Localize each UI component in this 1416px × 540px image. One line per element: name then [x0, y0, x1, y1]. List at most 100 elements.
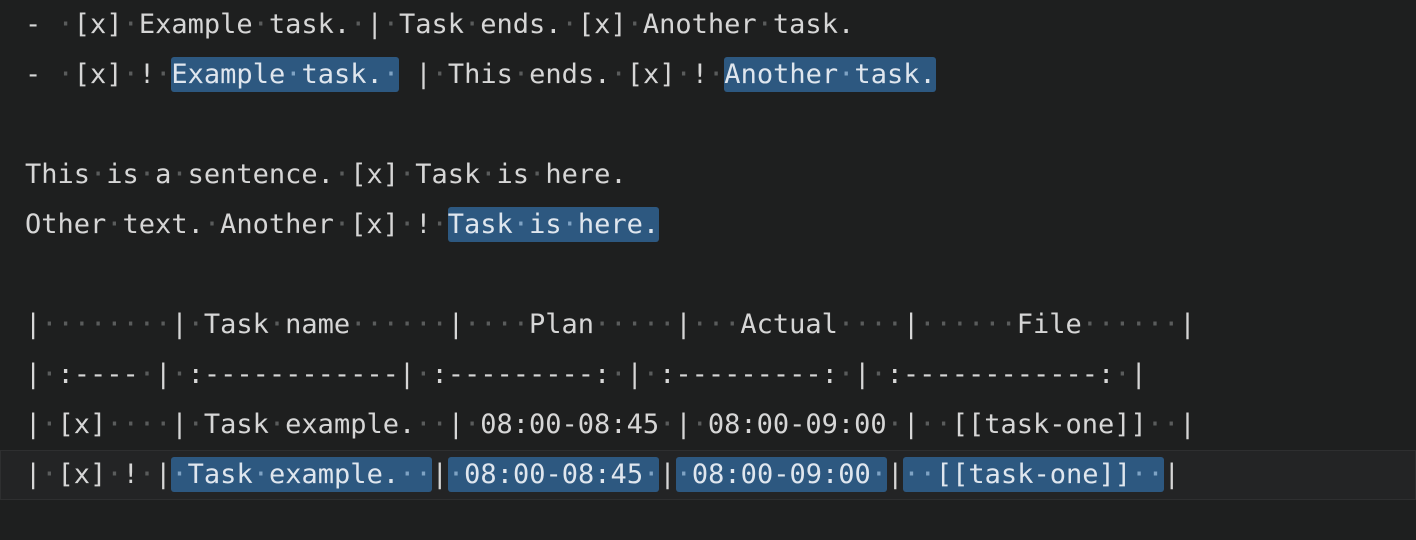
- text-token: !: [138, 59, 156, 90]
- blank-line[interactable]: [0, 250, 1416, 300]
- whitespace-marker: ···: [691, 309, 741, 340]
- whitespace-marker: ·: [903, 459, 920, 490]
- whitespace-marker: ·: [398, 209, 416, 240]
- highlighted-text[interactable]: ·Task·example.··: [171, 457, 432, 492]
- text-token: task.: [772, 9, 855, 40]
- whitespace-marker: ·: [171, 359, 188, 390]
- text-token: |: [171, 409, 188, 440]
- text-token: This: [447, 59, 513, 90]
- whitespace-marker: ····: [106, 409, 172, 440]
- text-token: !: [691, 59, 709, 90]
- text-token: text.: [122, 209, 204, 240]
- text-token: Other: [25, 209, 107, 240]
- whitespace-marker: ·: [415, 359, 432, 390]
- table-data-row-plain[interactable]: |·[x]····|·Task·example.··|·08:00-08:45·…: [0, 400, 1416, 450]
- highlighted-text[interactable]: ··[[task-one]]··: [903, 457, 1164, 492]
- whitespace-marker: ·: [675, 59, 692, 90]
- text-token: a: [155, 159, 172, 190]
- whitespace-marker: ·: [187, 309, 204, 340]
- whitespace-marker: ··: [919, 409, 952, 440]
- highlighted-text[interactable]: ·08:00-08:45·: [447, 457, 660, 492]
- text-token: name: [285, 309, 351, 340]
- whitespace-marker: ·: [90, 159, 107, 190]
- whitespace-marker: ·: [512, 209, 530, 240]
- whitespace-marker: ·: [626, 9, 643, 40]
- sentence-line-highlighted[interactable]: Other·text.·Another·[x]·!·Task·is·here.: [0, 200, 1416, 250]
- whitespace-marker: ····: [837, 309, 903, 340]
- whitespace-marker: ·: [333, 159, 351, 190]
- highlighted-text[interactable]: Another·task.: [724, 57, 936, 92]
- table-data-row-highlighted[interactable]: |·[x]·!·|·Task·example.··|·08:00-08:45·|…: [0, 450, 1416, 500]
- whitespace-marker: ·: [122, 59, 139, 90]
- text-token: |: [171, 309, 188, 340]
- text-token: task.: [268, 9, 351, 40]
- whitespace-marker: ·: [870, 359, 887, 390]
- text-token: Example: [138, 9, 253, 40]
- blank-line[interactable]: [0, 100, 1416, 150]
- whitespace-marker: ·: [57, 9, 74, 40]
- whitespace-marker: ·: [1114, 359, 1131, 390]
- highlighted-text[interactable]: Example·task.·: [171, 57, 400, 92]
- whitespace-marker: ··: [415, 409, 448, 440]
- whitespace-marker: ·: [610, 59, 627, 90]
- list-line-highlighted[interactable]: - ·[x]·!·Example·task.· |·This·ends.·[x]…: [0, 50, 1416, 100]
- whitespace-marker: ·: [756, 9, 773, 40]
- whitespace-marker: ·: [708, 59, 725, 90]
- whitespace-marker: ·: [464, 409, 481, 440]
- text-token: [x]: [57, 459, 107, 490]
- whitespace-marker: ·: [203, 209, 221, 240]
- text-token: |: [25, 359, 42, 390]
- text-token: |: [887, 459, 904, 490]
- text-token: 08:00-08:45: [480, 409, 660, 440]
- whitespace-marker: ·: [252, 9, 269, 40]
- text-token: |: [25, 309, 42, 340]
- whitespace-marker: ······: [1081, 309, 1180, 340]
- whitespace-marker: ·: [285, 59, 302, 90]
- text-token: here.: [545, 159, 627, 190]
- whitespace-marker: ·: [691, 409, 708, 440]
- whitespace-marker: ·: [41, 459, 58, 490]
- text-token: !: [415, 209, 432, 240]
- text-token: Task: [203, 409, 269, 440]
- whitespace-marker: ·: [41, 409, 58, 440]
- highlighted-text[interactable]: Task·is·here.: [447, 207, 660, 242]
- editor-canvas[interactable]: - ·[x]·Example·task.·|·Task·ends.·[x]·An…: [0, 0, 1416, 540]
- whitespace-marker: ·: [431, 209, 448, 240]
- whitespace-marker: ·: [480, 159, 497, 190]
- table-separator-row[interactable]: |·:----·|·:------------|·:---------:·|·:…: [0, 350, 1416, 400]
- whitespace-marker: ·: [561, 209, 578, 240]
- text-token: Another: [642, 9, 757, 40]
- list-line-plain[interactable]: - ·[x]·Example·task.·|·Task·ends.·[x]·An…: [0, 0, 1416, 50]
- table-header-row[interactable]: |········|·Task·name······|····Plan·····…: [0, 300, 1416, 350]
- text-token: [x]: [57, 409, 107, 440]
- sentence-line-plain[interactable]: This·is·a·sentence.·[x]·Task·is·here.: [0, 150, 1416, 200]
- whitespace-marker: ·: [675, 459, 692, 490]
- whitespace-marker: ······: [919, 309, 1017, 340]
- text-token: Plan: [529, 309, 595, 340]
- text-token: [x]: [73, 9, 123, 40]
- whitespace-marker: ·: [512, 59, 530, 90]
- whitespace-marker: ·: [886, 409, 903, 440]
- highlighted-text[interactable]: ·08:00-09:00·: [675, 457, 888, 492]
- whitespace-marker: ·: [57, 59, 74, 90]
- text-token: [x]: [73, 59, 123, 90]
- whitespace-marker: ·: [41, 359, 58, 390]
- text-token: |: [447, 409, 464, 440]
- whitespace-marker: ·: [447, 459, 465, 490]
- whitespace-marker: ·····: [594, 309, 676, 340]
- whitespace-marker: ··: [1146, 409, 1180, 440]
- text-token: is: [106, 159, 139, 190]
- text-token: is: [496, 159, 530, 190]
- whitespace-marker: ·: [415, 459, 432, 490]
- text-token: |: [25, 409, 42, 440]
- text-token: |: [1179, 409, 1196, 440]
- whitespace-marker: ·: [837, 359, 855, 390]
- whitespace-marker: ········: [41, 309, 172, 340]
- whitespace-marker: ·: [268, 309, 286, 340]
- whitespace-marker: ·: [138, 459, 156, 490]
- text-token: |: [675, 409, 692, 440]
- whitespace-marker: ·: [610, 359, 627, 390]
- whitespace-marker: ·: [122, 9, 139, 40]
- text-token: |: [675, 309, 692, 340]
